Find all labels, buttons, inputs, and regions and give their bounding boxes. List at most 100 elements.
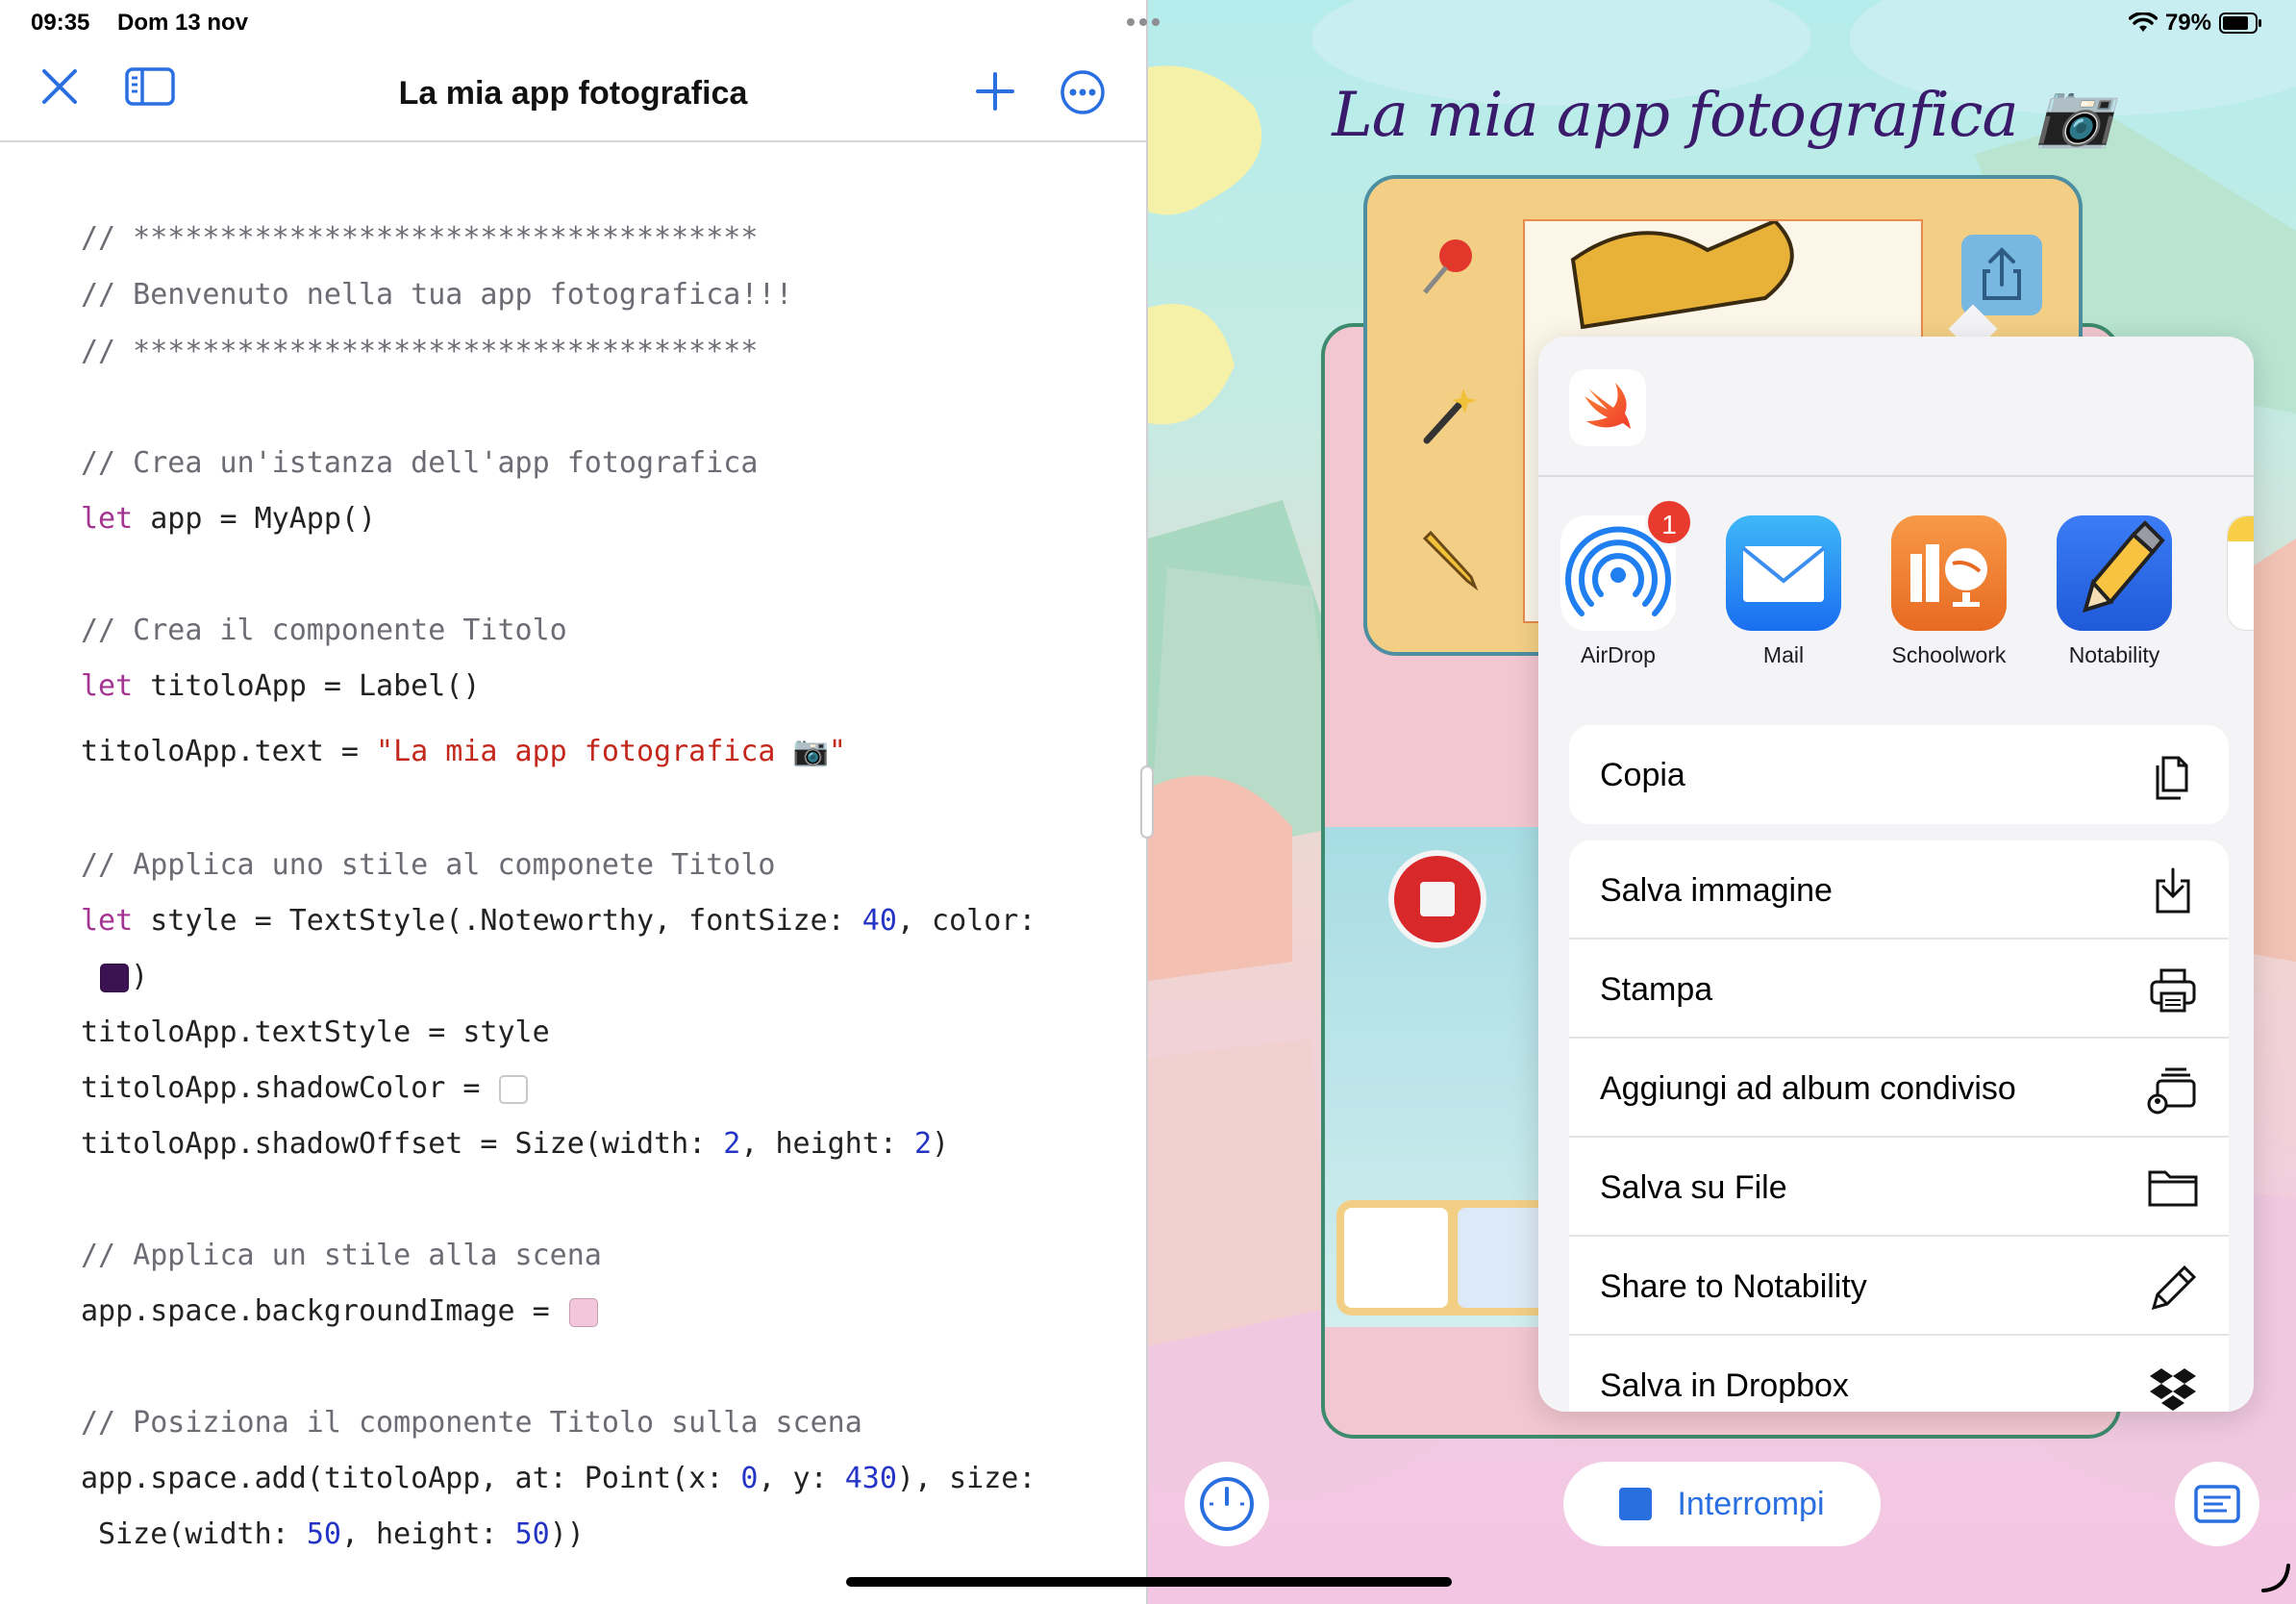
code-token: ): [131, 960, 149, 993]
add-shared-album-action[interactable]: Aggiungi ad album condiviso: [1569, 1039, 2229, 1138]
code-editor-pane: La mia app fotografica // **************…: [0, 0, 1146, 1604]
code-token: // ************************************: [81, 335, 759, 368]
code-line[interactable]: // Posiziona il componente Titolo sulla …: [81, 1404, 862, 1442]
code-line[interactable]: let app = MyApp(): [81, 500, 376, 539]
code-token: style = TextStyle(.Noteworthy, fontSize:: [133, 904, 862, 938]
schoolwork-icon: [1891, 515, 2007, 631]
pin-icon[interactable]: [1415, 233, 1483, 300]
battery-icon: [2219, 13, 2261, 34]
code-token: 0: [740, 1462, 759, 1495]
sticker-image: [1570, 218, 1794, 330]
print-action[interactable]: Stampa: [1569, 940, 2229, 1039]
preview-app-title: La mia app fotografica 📷: [1332, 80, 2112, 151]
notes-app-icon-partial[interactable]: [2227, 515, 2254, 631]
share-sheet: 1 AirDrop Mail Schoolwork Notability Cop…: [1538, 337, 2254, 1412]
share-app-label: Notability: [2068, 642, 2160, 667]
code-token: let: [81, 669, 134, 703]
multitasking-dots-icon[interactable]: [1127, 18, 1160, 26]
code-line[interactable]: ): [81, 958, 148, 996]
code-token: // Benvenuto nella tua app fotografica!!…: [81, 278, 793, 312]
actions-group: Salva immagine Stampa Aggiungi ad album …: [1569, 840, 2229, 1412]
resize-corner-icon[interactable]: [2258, 1560, 2292, 1594]
stop-record-icon[interactable]: [1385, 846, 1490, 952]
status-bar: 09:35 Dom 13 nov 79%: [0, 0, 2296, 44]
code-token: app = MyApp(): [133, 502, 377, 536]
code-token: // Posiziona il componente Titolo sulla …: [81, 1406, 862, 1440]
code-line[interactable]: titoloApp.shadowOffset = Size(width: 2, …: [81, 1125, 949, 1164]
save-to-files-action[interactable]: Salva su File: [1569, 1138, 2229, 1237]
code-line[interactable]: // Crea un'istanza dell'app fotografica: [81, 444, 758, 483]
swift-playgrounds-icon: [1569, 369, 1646, 446]
code-line[interactable]: // Applica un stile alla scena: [81, 1237, 602, 1275]
share-button[interactable]: [1961, 235, 2042, 315]
code-line[interactable]: Size(width: 50, height: 50)): [81, 1516, 585, 1554]
magic-wand-icon[interactable]: [1415, 381, 1483, 448]
code-token: , height:: [340, 1517, 515, 1551]
live-preview-pane: La mia app fotografica 📷 1 AirDrop Mail …: [1148, 0, 2296, 1604]
code-token: "La mia app fotografica 📷": [376, 735, 846, 768]
stop-run-button[interactable]: Interrompi: [1563, 1462, 1881, 1546]
pencil-tool-icon[interactable]: [1415, 525, 1483, 592]
code-token: 430: [844, 1462, 897, 1495]
sticker-thumbnail[interactable]: [1344, 1208, 1448, 1308]
copy-action[interactable]: Copia: [1569, 725, 2229, 824]
share-app-schoolwork[interactable]: Schoolwork: [1877, 515, 2021, 668]
code-token: , y:: [758, 1462, 845, 1495]
color-literal-swatch[interactable]: [100, 963, 130, 992]
share-app-airdrop[interactable]: 1 AirDrop: [1546, 498, 1693, 668]
speed-button[interactable]: [1185, 1462, 1269, 1546]
code-line[interactable]: // ************************************: [81, 333, 758, 371]
code-line[interactable]: titoloApp.textStyle = style: [81, 1014, 550, 1052]
action-label: Salva in Dropbox: [1600, 1367, 1849, 1404]
plus-icon[interactable]: [975, 71, 1015, 112]
code-token: app.space.backgroundImage =: [81, 1294, 567, 1328]
color-literal-swatch[interactable]: [499, 1074, 529, 1104]
code-line[interactable]: titoloApp.text = "La mia app fotografica…: [81, 733, 846, 771]
code-line[interactable]: app.space.add(titoloApp, at: Point(x: 0,…: [81, 1460, 1036, 1498]
code-token: let: [81, 502, 134, 536]
code-line[interactable]: // Crea il componente Titolo: [81, 612, 567, 650]
code-token: let: [81, 904, 134, 938]
airdrop-icon: 1: [1560, 498, 1693, 631]
share-app-label: AirDrop: [1581, 642, 1656, 667]
shared-album-icon: [2147, 1067, 2196, 1115]
stop-run-label: Interrompi: [1677, 1485, 1825, 1522]
code-token: titoloApp.shadowOffset = Size(width:: [81, 1127, 724, 1161]
code-line[interactable]: let style = TextStyle(.Noteworthy, fontS…: [81, 902, 1036, 940]
console-button[interactable]: [2175, 1462, 2259, 1546]
code-token: 40: [861, 904, 897, 938]
code-token: ), size:: [896, 1462, 1036, 1495]
wifi-icon: [2128, 13, 2158, 32]
code-line[interactable]: titoloApp.shadowColor =: [81, 1069, 530, 1108]
save-image-action[interactable]: Salva immagine: [1569, 840, 2229, 940]
share-sheet-header: [1538, 337, 2254, 477]
ellipsis-circle-icon[interactable]: [1060, 69, 1106, 115]
code-line[interactable]: app.space.backgroundImage =: [81, 1292, 600, 1331]
code-line[interactable]: // Applica uno stile al componete Titolo: [81, 846, 775, 885]
split-view-handle[interactable]: [1140, 765, 1154, 839]
notification-badge: 1: [1645, 498, 1693, 546]
share-to-notability-action[interactable]: Share to Notability: [1569, 1237, 2229, 1336]
code-token: , height:: [740, 1127, 914, 1161]
console-icon: [2194, 1485, 2240, 1523]
code-token: // Applica un stile alla scena: [81, 1239, 602, 1272]
action-label: Salva immagine: [1600, 872, 1833, 909]
code-line[interactable]: // Benvenuto nella tua app fotografica!!…: [81, 276, 793, 314]
save-to-dropbox-action[interactable]: Salva in Dropbox: [1569, 1336, 2229, 1412]
folder-icon: [2148, 1170, 2198, 1207]
code-token: )): [549, 1517, 585, 1551]
code-line[interactable]: let titoloApp = Label(): [81, 667, 480, 706]
action-label: Stampa: [1600, 971, 1713, 1008]
share-app-mail[interactable]: Mail: [1711, 515, 1856, 668]
copy-icon: [2156, 756, 2188, 800]
code-line[interactable]: // ************************************: [81, 219, 758, 258]
share-app-notability[interactable]: Notability: [2042, 515, 2186, 668]
share-app-label: Schoolwork: [1891, 642, 2007, 667]
color-literal-swatch[interactable]: [568, 1297, 598, 1327]
home-indicator[interactable]: [846, 1577, 1452, 1587]
mail-icon: [1726, 515, 1841, 631]
code-token: Size(width:: [81, 1517, 307, 1551]
code-token: titoloApp.textStyle = style: [81, 1015, 550, 1049]
editor-nav-bar: La mia app fotografica: [0, 44, 1146, 142]
dropbox-icon: [2150, 1368, 2196, 1411]
